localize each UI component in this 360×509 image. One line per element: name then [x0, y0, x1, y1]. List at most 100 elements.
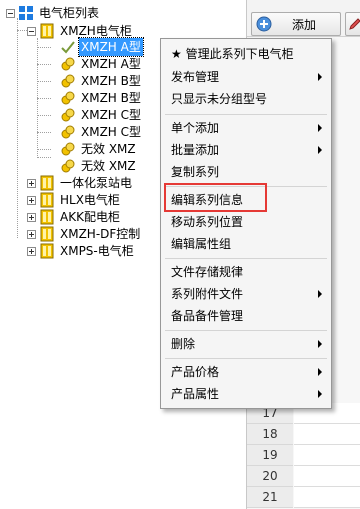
menu-item-label: 编辑属性组	[171, 237, 232, 251]
tree-item[interactable]: XMZH C型	[60, 106, 143, 124]
cabinet-icon	[40, 23, 54, 39]
tree-root[interactable]: 电气柜列表	[6, 4, 101, 22]
menu-item-label: ★ 管理此系列下电气柜	[171, 47, 294, 61]
menu-separator	[165, 258, 327, 259]
grid-list-icon	[19, 6, 33, 20]
coins-icon	[61, 159, 75, 173]
cabinet-icon	[40, 192, 54, 208]
row-number: 19	[247, 445, 293, 466]
menu-item-file-storage[interactable]: 文件存储规律	[162, 261, 330, 283]
tree-item-label: XMZH C型	[81, 125, 142, 139]
tree-item[interactable]: XMZH C型	[60, 123, 143, 141]
tree-item[interactable]: XMZH B型	[60, 89, 143, 107]
expand-icon[interactable]	[27, 178, 36, 188]
menu-separator	[165, 330, 327, 331]
submenu-arrow-icon	[318, 146, 322, 154]
submenu-arrow-icon	[318, 124, 322, 132]
row-number: 18	[247, 424, 293, 445]
menu-item-delete[interactable]: 删除	[162, 333, 330, 355]
menu-item-publish[interactable]: 发布管理	[162, 66, 330, 88]
tree-item-label: XMZH A型	[81, 57, 141, 71]
add-icon	[256, 16, 272, 32]
menu-item-copy-series[interactable]: 复制系列	[162, 161, 330, 183]
grid-cell[interactable]	[294, 445, 360, 466]
row-number: 21	[247, 487, 293, 508]
coins-icon	[61, 142, 75, 156]
submenu-arrow-icon	[318, 390, 322, 398]
check-icon	[61, 41, 75, 54]
add-button[interactable]: 添加	[251, 12, 341, 36]
menu-item-label: 文件存储规律	[171, 265, 244, 279]
tree-group-label: 一体化泵站电	[60, 176, 133, 190]
tree-group[interactable]: XMZH-DF控制	[27, 225, 142, 243]
tree-group-label: HLX电气柜	[60, 193, 120, 207]
tree-group[interactable]: XMPS-电气柜	[27, 242, 136, 260]
tree-item[interactable]: XMZH A型	[60, 55, 143, 73]
submenu-arrow-icon	[318, 368, 322, 376]
tree-item-label: XMZH B型	[81, 74, 141, 88]
menu-item-single-add[interactable]: 单个添加	[162, 117, 330, 139]
collapse-icon[interactable]	[6, 8, 15, 18]
tree-item-selected[interactable]: XMZH A型	[60, 37, 144, 57]
tree-item[interactable]: XMZH B型	[60, 72, 143, 90]
menu-item-show-ungrouped[interactable]: 只显示未分组型号	[162, 88, 330, 110]
tree-item-label: 无效 XMZ	[81, 142, 136, 156]
grid-cell[interactable]	[294, 487, 360, 508]
grid-cell[interactable]	[294, 466, 360, 487]
tree-root-label: 电气柜列表	[39, 6, 100, 20]
grid-cell[interactable]	[294, 424, 360, 445]
tree-item[interactable]: 无效 XMZ	[60, 140, 138, 158]
menu-item-label: 发布管理	[171, 70, 220, 84]
menu-item-label: 产品属性	[171, 387, 220, 401]
menu-item-label: 单个添加	[171, 121, 220, 135]
expand-icon[interactable]	[27, 246, 36, 256]
menu-item-manage-cabinets[interactable]: ★ 管理此系列下电气柜	[162, 43, 330, 65]
cabinet-icon	[40, 243, 54, 259]
menu-item-product-price[interactable]: 产品价格	[162, 361, 330, 383]
coins-icon	[61, 108, 75, 122]
menu-item-spare-parts[interactable]: 备品备件管理	[162, 305, 330, 327]
menu-item-label: 产品价格	[171, 365, 220, 379]
row-number: 20	[247, 466, 293, 487]
menu-item-label: 移动系列位置	[171, 215, 244, 229]
menu-item-label: 批量添加	[171, 143, 220, 157]
tree-group-label: XMPS-电气柜	[60, 244, 134, 258]
pencil-icon	[349, 18, 360, 30]
menu-item-series-attachments[interactable]: 系列附件文件	[162, 283, 330, 305]
menu-separator	[165, 114, 327, 115]
expand-icon[interactable]	[27, 195, 36, 205]
coins-icon	[61, 125, 75, 139]
menu-item-batch-add[interactable]: 批量添加	[162, 139, 330, 161]
tree-group[interactable]: HLX电气柜	[27, 191, 122, 209]
expand-icon[interactable]	[27, 212, 36, 222]
add-button-label: 添加	[292, 17, 317, 32]
tree-item-label: XMZH B型	[81, 91, 141, 105]
tree-item-label: XMZH A型	[78, 37, 144, 57]
cabinet-icon	[40, 226, 54, 242]
tree-group-label: AKK配电柜	[60, 210, 120, 224]
submenu-arrow-icon	[318, 73, 322, 81]
tree-group-label: XMZH-DF控制	[60, 227, 141, 241]
tree-item-label: XMZH C型	[81, 108, 142, 122]
menu-item-move-series[interactable]: 移动系列位置	[162, 211, 330, 233]
menu-separator	[165, 358, 327, 359]
tree-item[interactable]: 无效 XMZ	[60, 157, 138, 175]
coins-icon	[61, 91, 75, 105]
menu-item-label: 复制系列	[171, 165, 220, 179]
expand-icon[interactable]	[27, 229, 36, 239]
menu-item-label: 删除	[171, 337, 196, 351]
tree-group[interactable]: AKK配电柜	[27, 208, 122, 226]
menu-item-edit-attribute-group[interactable]: 编辑属性组	[162, 233, 330, 255]
menu-item-label: 只显示未分组型号	[171, 92, 268, 106]
cabinet-icon	[40, 175, 54, 191]
highlight-box	[164, 183, 267, 212]
menu-item-product-attributes[interactable]: 产品属性	[162, 383, 330, 405]
menu-item-label: 备品备件管理	[171, 309, 244, 323]
toolbar: 添加	[247, 0, 360, 37]
tree-group[interactable]: 一体化泵站电	[27, 174, 134, 192]
collapse-icon[interactable]	[27, 26, 36, 36]
coins-icon	[61, 57, 75, 71]
coins-icon	[61, 74, 75, 88]
context-menu: ★ 管理此系列下电气柜 发布管理 只显示未分组型号 单个添加 批量添加 复制系列…	[160, 38, 332, 409]
edit-button[interactable]	[345, 12, 360, 36]
